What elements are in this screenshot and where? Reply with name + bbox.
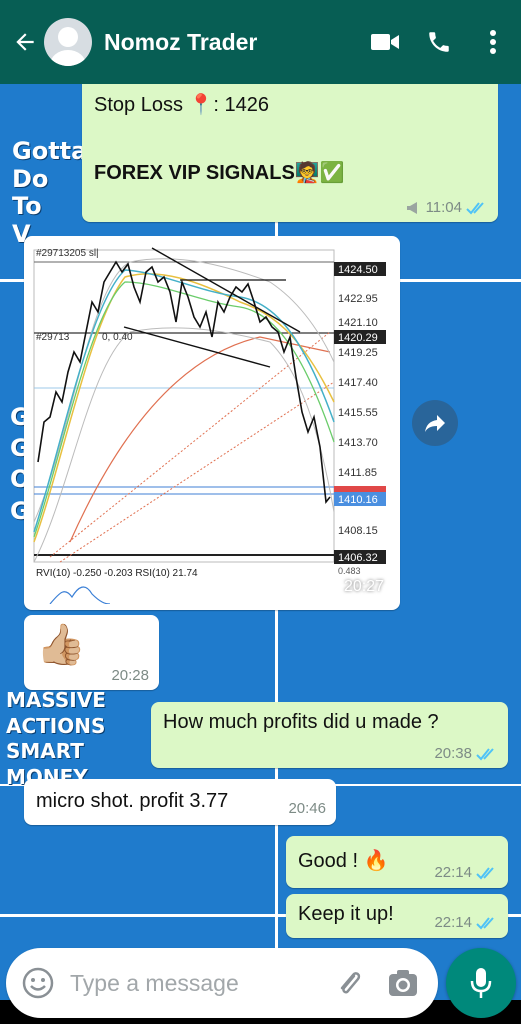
message-bubble-outgoing[interactable]: Good ! 🔥 22:14 (286, 836, 508, 888)
message-time: 11:04 (425, 199, 462, 216)
indicator-value: 0.483 (338, 566, 361, 576)
message-text: How much profits did u made ? (163, 711, 439, 733)
order-label: #29713 (36, 332, 70, 343)
message-bubble-outgoing[interactable]: Stop Loss 📍: 1426 FOREX VIP SIGNALS🧑‍🏫✅ … (82, 78, 498, 222)
message-bubble-outgoing[interactable]: Keep it up! 22:14 (286, 894, 508, 938)
message-text: FOREX VIP SIGNALS🧑‍🏫✅ (94, 162, 345, 184)
avatar[interactable] (44, 18, 92, 66)
price-label: 1424.50 (338, 264, 378, 276)
forward-button[interactable] (412, 400, 458, 446)
wallpaper-text-top: Gotta Do To V (12, 137, 88, 248)
message-text: Stop Loss 📍: 1426 (94, 94, 270, 116)
price-label: 1411.85 (338, 467, 377, 479)
message-meta: 11:04 (406, 199, 488, 216)
price-label: 1420.29 (338, 332, 378, 344)
message-meta: 22:14 (434, 914, 498, 931)
message-meta: 20:28 (111, 667, 149, 684)
message-meta: 20:46 (288, 800, 326, 817)
order-label: 0, 0.40 (102, 332, 133, 343)
forward-arrow-icon (425, 415, 445, 432)
wallpaper-text-bottom: MASSIVE ACTIONS SMART MONEY (6, 688, 106, 789)
microphone-icon (470, 968, 492, 998)
mic-button[interactable] (446, 948, 516, 1018)
price-label: 1408.15 (338, 525, 378, 537)
message-time: 20:28 (111, 667, 149, 684)
video-call-icon[interactable] (369, 26, 401, 58)
chat-header: Nomoz Trader (0, 0, 521, 84)
price-label: 1419.25 (338, 347, 378, 359)
read-ticks-icon (476, 866, 494, 879)
more-vert-icon[interactable] (477, 26, 509, 58)
message-time: 20:46 (288, 800, 326, 817)
read-ticks-icon (476, 747, 494, 760)
price-label: 1422.95 (338, 293, 378, 305)
price-label: 1410.16 (338, 494, 378, 506)
read-ticks-icon (476, 916, 494, 929)
trading-chart-image: 1424.50 1422.95 1421.10 1420.29 1419.25 … (30, 242, 394, 604)
message-time: 22:14 (434, 864, 472, 881)
message-meta: 22:14 (434, 864, 498, 881)
order-label: #29713205 sl| (36, 248, 99, 259)
price-label: 1421.10 (338, 317, 378, 329)
message-bubble-incoming[interactable]: micro shot. profit 3.77 20:46 (24, 779, 336, 825)
message-text: micro shot. profit 3.77 (36, 790, 229, 812)
message-time: 20:27 (343, 578, 384, 595)
message-time: 20:38 (434, 745, 472, 762)
message-meta: 20:38 (434, 745, 498, 762)
message-text: Keep it up! (298, 903, 394, 925)
message-bubble-outgoing[interactable]: How much profits did u made ? 20:38 (151, 702, 508, 768)
read-ticks-icon (466, 201, 484, 214)
message-input[interactable]: Type a message (70, 970, 332, 997)
message-image[interactable]: 1424.50 1422.95 1421.10 1420.29 1419.25 … (24, 236, 400, 610)
message-bubble-incoming[interactable]: 👍🏼 20:28 (24, 615, 159, 690)
camera-icon[interactable] (386, 966, 420, 1000)
price-label: 1413.70 (338, 437, 378, 449)
paperclip-icon[interactable] (332, 966, 366, 1000)
message-text: Good ! 🔥 (298, 850, 389, 872)
price-label: 1417.40 (338, 377, 378, 389)
megaphone-icon (406, 201, 417, 214)
arrow-left-icon[interactable] (8, 25, 42, 59)
price-label: 1415.55 (338, 407, 378, 419)
message-time: 22:14 (434, 914, 472, 931)
thumbs-up-emoji: 👍🏼 (36, 623, 86, 667)
phone-icon[interactable] (423, 26, 455, 58)
emoji-icon[interactable] (20, 965, 56, 1001)
indicator-label: RVI(10) -0.250 -0.203 RSI(10) 21.74 (36, 568, 198, 579)
price-label: 1406.32 (338, 552, 378, 564)
contact-name[interactable]: Nomoz Trader (104, 29, 369, 56)
message-input-bar: Type a message (6, 948, 438, 1018)
